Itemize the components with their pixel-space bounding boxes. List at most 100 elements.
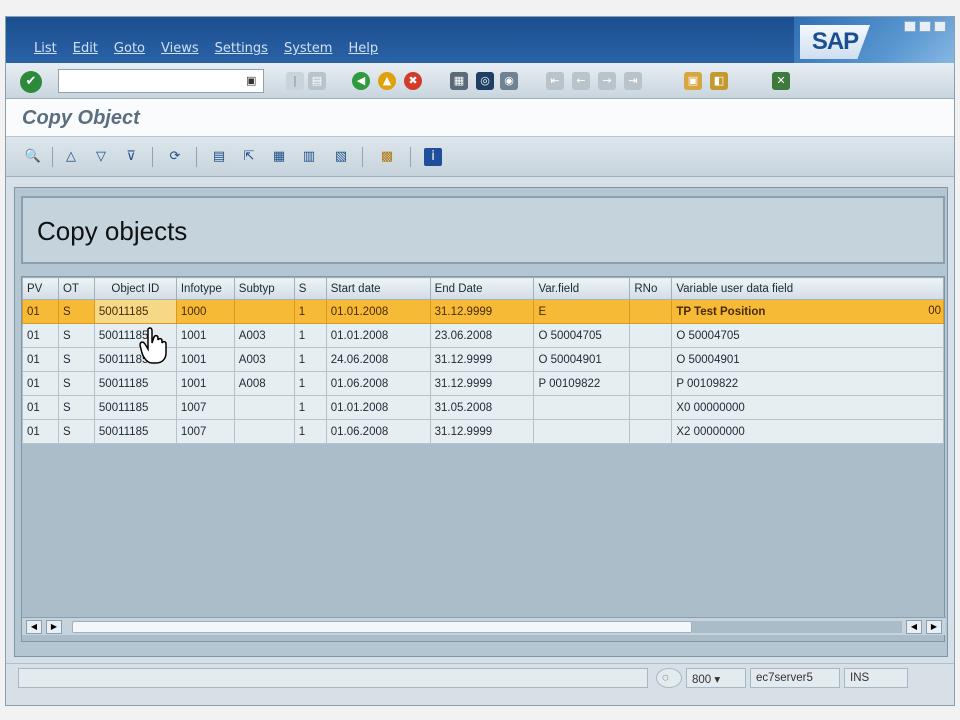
last-page-icon[interactable]: ⇥ <box>624 72 642 90</box>
table-cell[interactable] <box>533 419 631 444</box>
table-cell[interactable] <box>629 395 673 420</box>
column-header[interactable]: S <box>293 277 327 300</box>
menu-list-item[interactable]: List <box>34 41 57 56</box>
table-row[interactable]: 01 S 50011185 1001 A008 1 01.06.2008 31.12.9999… <box>22 371 944 396</box>
column-header[interactable]: RNo <box>629 277 673 300</box>
command-history-icon[interactable]: ▣ <box>246 74 256 87</box>
status-indicator-icon[interactable]: ◌ <box>656 668 682 688</box>
table-cell[interactable] <box>629 299 673 324</box>
table-cell[interactable] <box>233 395 295 420</box>
table-cell[interactable]: P 00109822 <box>671 371 944 396</box>
column-header[interactable]: Var.field <box>533 277 631 300</box>
table-cell[interactable]: 50011185 <box>93 395 177 420</box>
column-header[interactable]: Infotype <box>175 277 235 300</box>
first-page-icon[interactable]: ⇤ <box>546 72 564 90</box>
info-icon[interactable]: i <box>424 148 442 166</box>
table-cell[interactable]: 50011185 <box>93 419 177 444</box>
table-cell[interactable]: X2 00000000 <box>671 419 944 444</box>
table-cell[interactable]: 1007 <box>175 395 235 420</box>
table-cell[interactable]: S <box>57 371 95 396</box>
table-cell[interactable]: 23.06.2008 <box>429 323 535 348</box>
menu-settings[interactable]: Settings <box>215 41 268 56</box>
table-cell[interactable]: A003 <box>233 323 295 348</box>
find-icon[interactable]: ◎ <box>476 72 494 90</box>
table-cell[interactable]: 01.06.2008 <box>325 419 431 444</box>
find-next-icon[interactable]: ◉ <box>500 72 518 90</box>
table-cell[interactable]: O 50004901 <box>671 347 944 372</box>
shortcut-icon[interactable]: ◧ <box>710 72 728 90</box>
previous-page-icon[interactable]: ← <box>572 72 590 90</box>
column-header[interactable]: Start date <box>325 277 431 300</box>
sort-ascending-icon[interactable]: △ <box>62 148 80 166</box>
column-header[interactable]: Subtyp <box>233 277 295 300</box>
table-cell[interactable]: E <box>533 299 631 324</box>
table-cell[interactable]: S <box>57 323 95 348</box>
table-cell[interactable]: 1 <box>293 419 327 444</box>
table-cell[interactable] <box>533 395 631 420</box>
table-cell[interactable]: 31.05.2008 <box>429 395 535 420</box>
table-cell[interactable]: 1 <box>293 323 327 348</box>
column-header[interactable]: Variable user data field <box>671 277 944 300</box>
menu-system[interactable]: System <box>284 41 332 56</box>
scrollbar-thumb[interactable] <box>72 621 692 633</box>
menu-goto[interactable]: Goto <box>114 41 145 56</box>
table-cell[interactable]: TP Test Position 00 <box>671 299 944 324</box>
table-cell[interactable]: 01 <box>22 419 59 444</box>
menu-help[interactable]: Help <box>348 41 378 56</box>
table-row[interactable]: 01 S 50011185 1000 1 01.01.2008 31.12.9999 E TP … <box>22 299 944 324</box>
table-cell[interactable]: 24.06.2008 <box>325 347 431 372</box>
table-cell[interactable]: 50011185 <box>93 371 177 396</box>
table-cell[interactable]: P 00109822 <box>533 371 631 396</box>
table-cell[interactable]: O 50004705 <box>533 323 631 348</box>
table-cell[interactable]: 01 <box>22 395 59 420</box>
column-header[interactable]: Object ID <box>93 277 177 300</box>
menu-edit[interactable]: Edit <box>73 41 98 56</box>
enter-icon[interactable]: ✔ <box>20 71 42 93</box>
table-cell[interactable]: 31.12.9999 <box>429 371 535 396</box>
save-icon[interactable]: ▤ <box>308 72 326 90</box>
table-row[interactable]: 01 S 50011185 1007 1 01.01.2008 31.05.2008 X0 0… <box>22 395 944 420</box>
table-cell[interactable]: O 50004901 <box>533 347 631 372</box>
filter-icon[interactable]: ⊽ <box>122 148 140 166</box>
table-cell[interactable]: 1001 <box>175 347 235 372</box>
column-header[interactable]: OT <box>57 277 95 300</box>
help-icon[interactable]: ✕ <box>772 72 790 90</box>
column-header[interactable]: PV <box>22 277 59 300</box>
back-icon[interactable]: ◀ <box>352 72 370 90</box>
table-cell[interactable]: 01 <box>22 323 59 348</box>
table-cell[interactable]: A003 <box>233 347 295 372</box>
table-cell[interactable]: 1 <box>293 371 327 396</box>
table-cell[interactable]: 1 <box>293 395 327 420</box>
scroll-left-icon[interactable]: ◀ <box>26 620 42 634</box>
table-cell[interactable] <box>629 419 673 444</box>
sort-descending-icon[interactable]: ▽ <box>92 148 110 166</box>
table-cell[interactable]: 1 <box>293 347 327 372</box>
new-session-icon[interactable]: ▣ <box>684 72 702 90</box>
menu-views[interactable]: Views <box>161 41 199 56</box>
table-cell[interactable]: 31.12.9999 <box>429 299 535 324</box>
table-cell[interactable]: 50011185 <box>93 299 177 324</box>
next-page-icon[interactable]: → <box>598 72 616 90</box>
cancel-icon[interactable]: ✖ <box>404 72 422 90</box>
layout-icon[interactable]: ▦ <box>270 148 288 166</box>
table-cell[interactable]: 1001 <box>175 323 235 348</box>
command-field[interactable] <box>58 69 264 93</box>
exit-icon[interactable]: ▲ <box>378 72 396 90</box>
table-cell[interactable] <box>629 371 673 396</box>
table-cell[interactable]: 01.01.2008 <box>325 395 431 420</box>
table-cell[interactable]: 01.01.2008 <box>325 323 431 348</box>
table-cell[interactable]: X0 00000000 <box>671 395 944 420</box>
scroll-left-end-icon[interactable]: ◀ <box>906 620 922 634</box>
table-cell[interactable]: A008 <box>233 371 295 396</box>
table-cell[interactable]: S <box>57 419 95 444</box>
table-cell[interactable]: 1001 <box>175 371 235 396</box>
sum-icon[interactable]: ⟳ <box>166 148 184 166</box>
table-cell[interactable] <box>233 419 295 444</box>
select-layout-icon[interactable]: ▥ <box>300 148 318 166</box>
table-cell[interactable] <box>629 323 673 348</box>
scroll-right-end-icon[interactable]: ▶ <box>926 620 942 634</box>
table-cell[interactable]: 01 <box>22 371 59 396</box>
table-row[interactable]: 01 S 50011185 1007 1 01.06.2008 31.12.9999 X2 0… <box>22 419 944 444</box>
table-cell[interactable]: 1007 <box>175 419 235 444</box>
status-client[interactable]: 800 ▾ <box>686 668 746 688</box>
